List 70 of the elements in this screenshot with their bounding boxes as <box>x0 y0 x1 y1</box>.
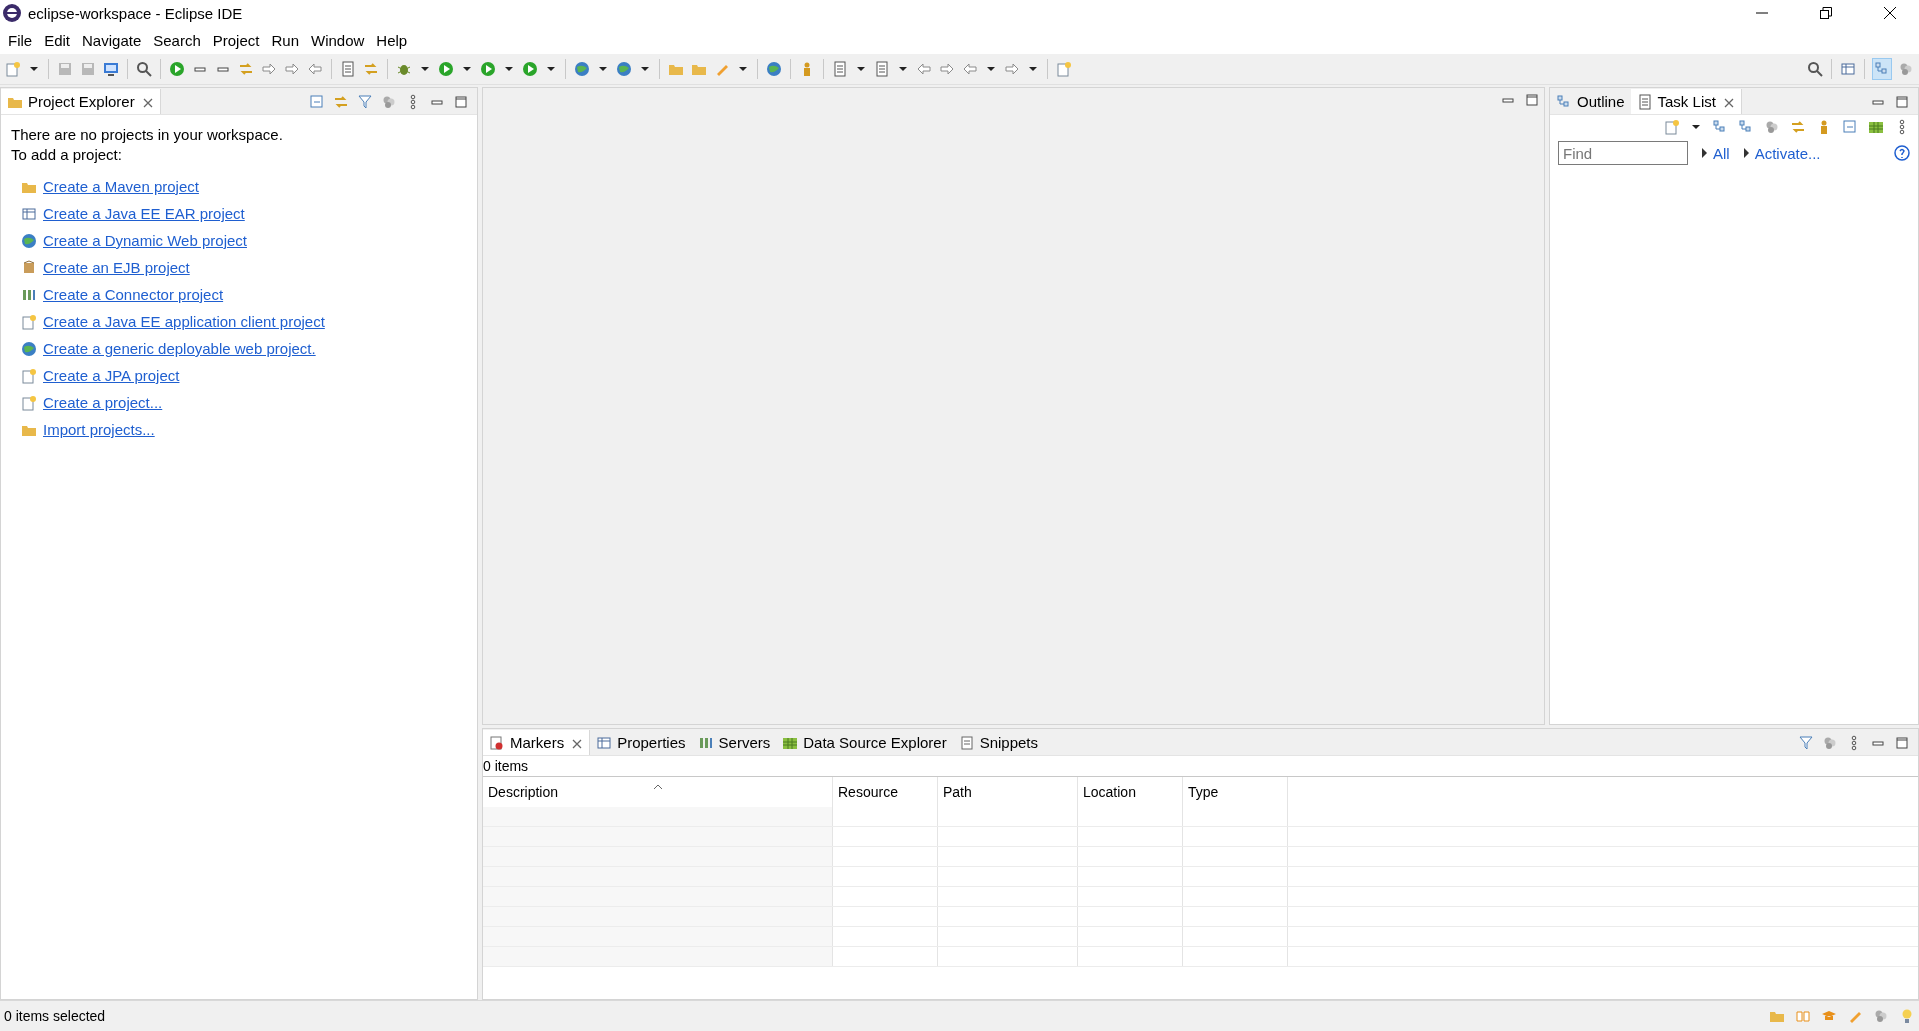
column-header[interactable]: Path <box>938 777 1078 807</box>
search-icon <box>1807 61 1823 77</box>
wizard-link[interactable]: Create a JPA project <box>43 367 180 384</box>
menu-item[interactable]: Help <box>370 31 414 49</box>
monitor-icon <box>103 61 119 77</box>
save-all-icon <box>80 61 96 77</box>
column-header[interactable]: Type <box>1183 777 1288 807</box>
menu-item[interactable]: Navigate <box>76 31 148 49</box>
close-icon <box>1884 7 1896 19</box>
menu-item[interactable]: Window <box>305 31 371 49</box>
filter-icon[interactable] <box>357 93 373 110</box>
task-list-icon <box>1636 93 1653 110</box>
item-count: 0 items <box>483 757 529 776</box>
triangle-icon <box>1743 148 1749 158</box>
help-icon[interactable] <box>1894 145 1910 161</box>
maximize-icon[interactable] <box>453 93 469 110</box>
panel-tab[interactable]: Project Explorer <box>1 89 161 114</box>
resume-icon <box>169 61 185 77</box>
wizard-link[interactable]: Create a project... <box>43 394 163 411</box>
filter-link[interactable]: All <box>1713 144 1730 162</box>
column-header[interactable]: Location <box>1078 777 1183 807</box>
book-icon[interactable] <box>1795 1008 1811 1024</box>
filter-icon[interactable] <box>1798 734 1814 751</box>
message-text: To add a project: <box>11 145 123 165</box>
filter-link[interactable]: Activate... <box>1754 144 1821 162</box>
collapse-all-icon[interactable] <box>1842 119 1858 135</box>
maximize-icon[interactable] <box>1524 92 1540 108</box>
wizard-link[interactable]: Create a Java EE application client project <box>43 313 325 330</box>
tab-label: Snippets <box>979 734 1038 751</box>
globe-icon <box>766 61 782 77</box>
column-header[interactable]: Resource <box>833 777 938 807</box>
run-icon <box>438 61 454 77</box>
tab-label: Outline <box>1577 93 1625 110</box>
wizard-link[interactable]: Import projects... <box>43 421 155 438</box>
window-title: eclipse-workspace - Eclipse IDE <box>28 4 244 22</box>
restore-icon <box>1820 7 1832 19</box>
maximize-icon[interactable] <box>1894 734 1910 751</box>
panel-tab[interactable]: Markers <box>483 730 591 755</box>
new-task-icon[interactable] <box>1664 119 1680 135</box>
tab-label: Properties <box>617 734 686 751</box>
find-field[interactable]: Find <box>1558 141 1688 165</box>
wizard-link[interactable]: Create a Java EE EAR project <box>43 205 245 222</box>
magnifier-icon <box>136 61 152 77</box>
status-text: 0 items selected <box>4 1008 107 1024</box>
new-file-icon <box>5 61 21 77</box>
outline-icon <box>1556 93 1572 110</box>
wizard-link[interactable]: Create a generic deployable web project. <box>43 340 316 357</box>
tab-label: Data Source Explorer <box>803 734 947 751</box>
wizard-link[interactable]: Create a Dynamic Web project <box>43 232 247 249</box>
tab-label: Servers <box>718 734 771 751</box>
wizard-link[interactable]: Create an EJB project <box>43 259 190 276</box>
tab-label: Project Explorer <box>28 93 135 110</box>
panel-tab[interactable]: Task List <box>1630 89 1742 114</box>
wizard-link[interactable]: Create a Connector project <box>43 286 224 303</box>
sort-icon <box>653 784 663 790</box>
menu-item[interactable]: Edit <box>38 31 77 49</box>
triangle-icon <box>1702 148 1707 158</box>
wizard-link[interactable]: Create a Maven project <box>43 178 199 195</box>
message-text: There are no projects in your workspace. <box>11 125 284 145</box>
menu-item[interactable]: Search <box>147 31 207 49</box>
tab-label: Markers <box>510 734 565 751</box>
menu-item[interactable]: Run <box>265 31 305 49</box>
back-icon <box>962 61 978 77</box>
maximize-icon[interactable] <box>1894 93 1910 110</box>
collapse-all-icon[interactable] <box>309 93 325 110</box>
forward-icon <box>1004 61 1020 77</box>
menu-item[interactable]: Project <box>206 31 266 49</box>
menu-item[interactable]: File <box>2 31 39 49</box>
tab-label: Task List <box>1657 93 1716 110</box>
save-icon <box>57 61 73 77</box>
